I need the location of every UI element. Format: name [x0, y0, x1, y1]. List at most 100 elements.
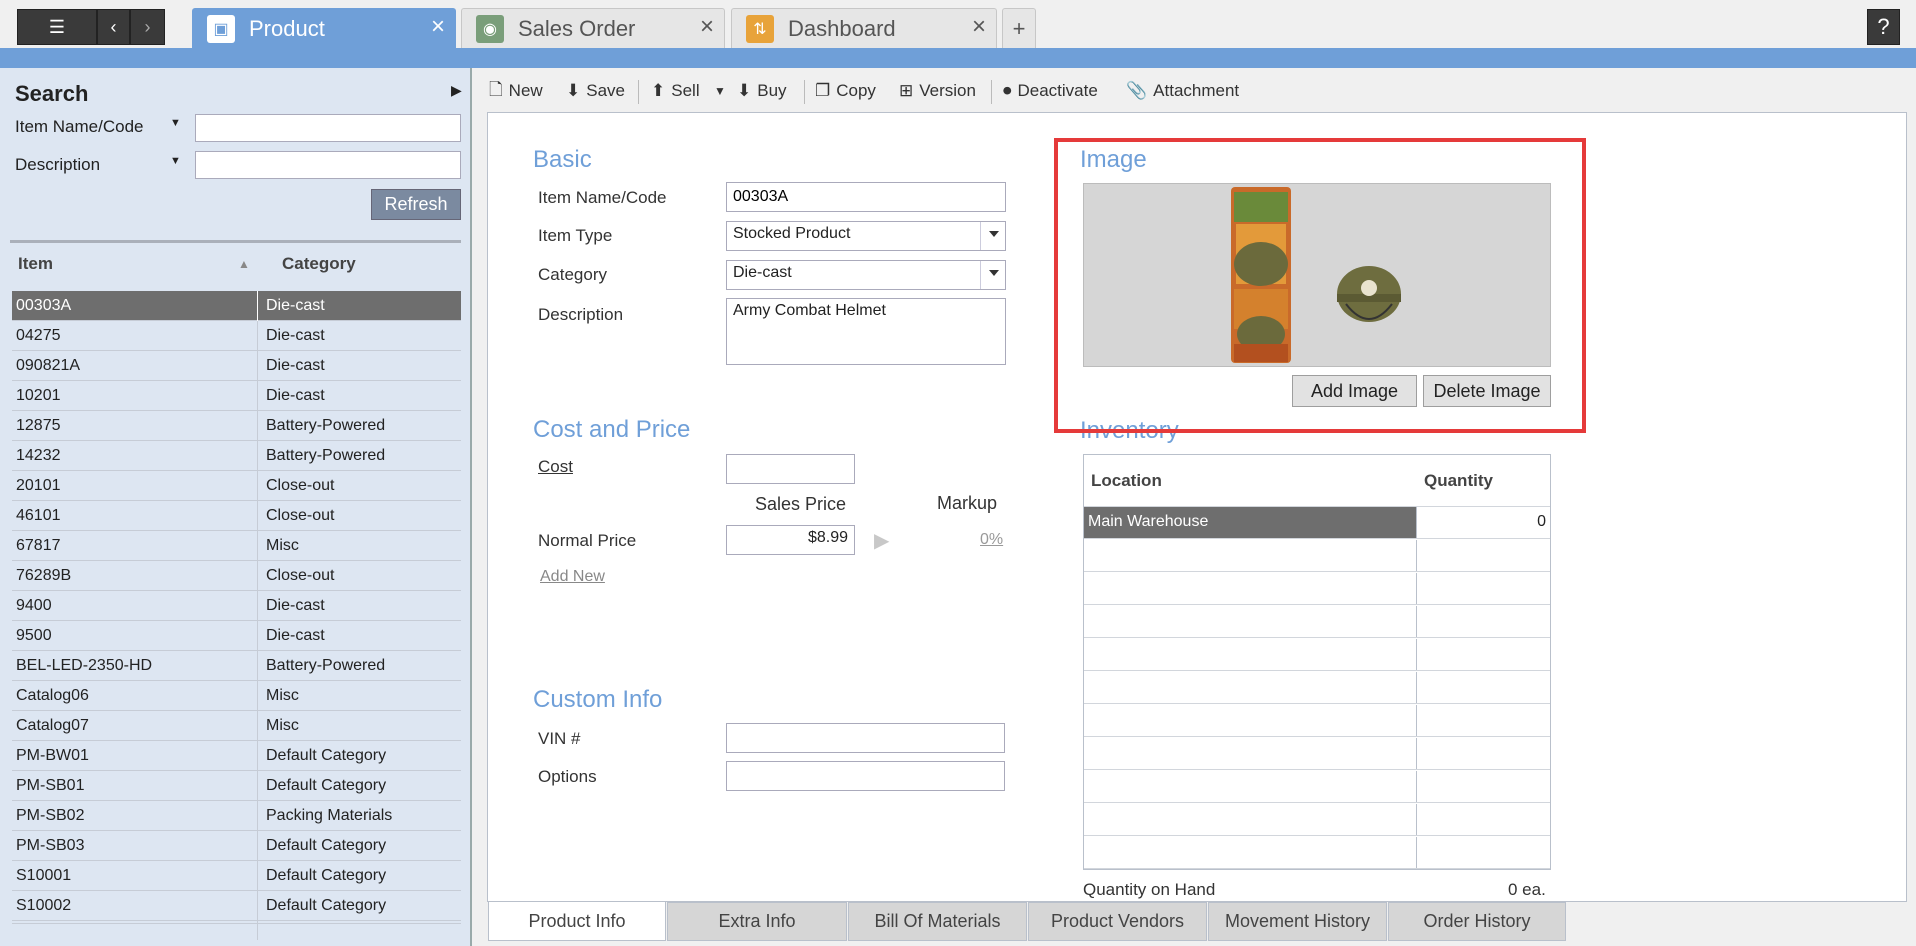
save-button[interactable]: ⬇ Save [566, 78, 625, 104]
table-row[interactable] [1084, 639, 1550, 671]
table-row[interactable]: 67817 Misc [12, 531, 461, 561]
collapse-arrow-icon[interactable]: ▶ [451, 82, 462, 99]
markup-link[interactable]: 0% [980, 531, 1003, 549]
item-code-cell: 46101 [16, 507, 61, 524]
add-new-link[interactable]: Add New [540, 568, 605, 586]
sell-icon: ⬆ [651, 81, 666, 100]
category-select[interactable]: Die-cast [726, 260, 1006, 290]
quantity-cell[interactable] [1416, 804, 1550, 835]
close-icon[interactable]: × [431, 13, 445, 41]
quantity-cell[interactable] [1416, 771, 1550, 802]
quantity-cell[interactable] [1416, 705, 1550, 736]
quantity-cell[interactable]: 0 [1416, 507, 1550, 538]
table-row[interactable] [1084, 540, 1550, 572]
refresh-button[interactable]: Refresh [371, 189, 461, 220]
cost-link[interactable]: Cost [538, 457, 573, 477]
table-row[interactable]: 14232 Battery-Powered [12, 441, 461, 471]
quantity-cell[interactable] [1416, 573, 1550, 604]
cost-field[interactable] [726, 454, 855, 484]
table-row[interactable] [1084, 672, 1550, 704]
dropdown-arrow-icon[interactable]: ▼ [170, 117, 181, 129]
close-icon[interactable]: × [972, 13, 986, 41]
table-row[interactable] [1084, 771, 1550, 803]
table-row[interactable]: 9500 Die-cast [12, 621, 461, 651]
sell-button[interactable]: ⬆ Sell [651, 78, 700, 104]
deactivate-button[interactable]: ⏺ Deactivate [1003, 78, 1098, 104]
normal-price-field[interactable]: $8.99 [726, 525, 855, 555]
new-button[interactable]: 🗋 New [489, 78, 543, 104]
table-row[interactable] [1084, 804, 1550, 836]
buy-button[interactable]: ⬇ Buy [737, 78, 787, 104]
table-row[interactable]: Catalog06 Misc [12, 681, 461, 711]
table-row[interactable] [1084, 705, 1550, 737]
close-icon[interactable]: × [700, 13, 714, 41]
quantity-cell[interactable] [1416, 837, 1550, 868]
table-row[interactable]: 12875 Battery-Powered [12, 411, 461, 441]
grid-header: Item ▲ Category [10, 240, 461, 288]
table-row[interactable]: 10201 Die-cast [12, 381, 461, 411]
table-row[interactable]: PM-BW01 Default Category [12, 741, 461, 771]
quantity-cell[interactable] [1416, 738, 1550, 769]
table-row[interactable]: PM-SB03 Default Category [12, 831, 461, 861]
version-button[interactable]: ⊞ Version [899, 78, 976, 104]
forward-button[interactable]: › [130, 9, 165, 45]
item-code-cell: Catalog07 [16, 717, 89, 734]
table-row[interactable]: BEL-LED-2350-HD Battery-Powered [12, 651, 461, 681]
table-row[interactable]: PM-SB01 Default Category [12, 771, 461, 801]
table-row[interactable]: S10001 Default Category [12, 861, 461, 891]
description-textarea[interactable]: Army Combat Helmet [726, 298, 1006, 365]
table-row[interactable]: Catalog07 Misc [12, 711, 461, 741]
table-row[interactable]: PM-SB02 Packing Materials [12, 801, 461, 831]
new-tab-button[interactable]: + [1002, 8, 1036, 48]
location-cell [1084, 672, 1416, 703]
tab-sales-order[interactable]: ◉ Sales Order × [461, 8, 725, 48]
item-name-field[interactable] [726, 182, 1006, 212]
tab-movement-history[interactable]: Movement History [1208, 902, 1387, 941]
menu-button[interactable]: ☰ [17, 9, 97, 45]
tab-product[interactable]: ▣ Product × [192, 8, 456, 48]
column-location-header[interactable]: Location [1091, 471, 1162, 491]
copy-button[interactable]: ❐ Copy [815, 78, 876, 104]
table-row[interactable]: 46101 Close-out [12, 501, 461, 531]
back-button[interactable]: ‹ [97, 9, 130, 45]
table-row[interactable]: 20101 Close-out [12, 471, 461, 501]
tab-extra-info[interactable]: Extra Info [667, 902, 847, 941]
table-row[interactable] [1084, 573, 1550, 605]
help-button[interactable]: ? [1867, 9, 1900, 45]
buy-label: Buy [757, 81, 787, 100]
item-type-select[interactable]: Stocked Product [726, 221, 1006, 251]
table-row[interactable]: 9400 Die-cast [12, 591, 461, 621]
tab-bill-of-materials[interactable]: Bill Of Materials [848, 902, 1027, 941]
table-row[interactable] [1084, 837, 1550, 869]
tab-dashboard[interactable]: ⇅ Dashboard × [731, 8, 997, 48]
item-code-cell: 090821A [16, 357, 81, 374]
table-row[interactable]: 04275 Die-cast [12, 321, 461, 351]
table-row[interactable]: Main Warehouse 0 [1084, 507, 1550, 539]
column-item-header[interactable]: Item [18, 254, 53, 274]
sort-asc-icon[interactable]: ▲ [238, 257, 250, 271]
item-name-filter-input[interactable] [195, 114, 461, 142]
options-field[interactable] [726, 761, 1005, 791]
quantity-cell[interactable] [1416, 606, 1550, 637]
play-arrow-icon[interactable]: ▶ [874, 528, 889, 553]
column-quantity-header[interactable]: Quantity [1424, 471, 1493, 491]
table-row[interactable]: 090821A Die-cast [12, 351, 461, 381]
tab-order-history[interactable]: Order History [1388, 902, 1566, 941]
attachment-button[interactable]: 📎 Attachment [1126, 78, 1239, 104]
quantity-cell[interactable] [1416, 540, 1550, 571]
dropdown-arrow-icon[interactable]: ▼ [170, 155, 181, 167]
quantity-cell[interactable] [1416, 672, 1550, 703]
quantity-cell[interactable] [1416, 639, 1550, 670]
sell-dropdown-button[interactable]: ▼ [714, 78, 726, 104]
table-row[interactable]: 76289B Close-out [12, 561, 461, 591]
table-row[interactable] [1084, 606, 1550, 638]
vin-field[interactable] [726, 723, 1005, 753]
table-row[interactable]: S10002 Default Category [12, 891, 461, 921]
table-row[interactable] [1084, 738, 1550, 770]
description-filter-input[interactable] [195, 151, 461, 179]
copy-label: Copy [836, 81, 876, 100]
tab-product-vendors[interactable]: Product Vendors [1028, 902, 1207, 941]
tab-product-info[interactable]: Product Info [488, 902, 666, 941]
table-row[interactable]: 00303A Die-cast [12, 291, 461, 321]
column-category-header[interactable]: Category [282, 254, 356, 274]
